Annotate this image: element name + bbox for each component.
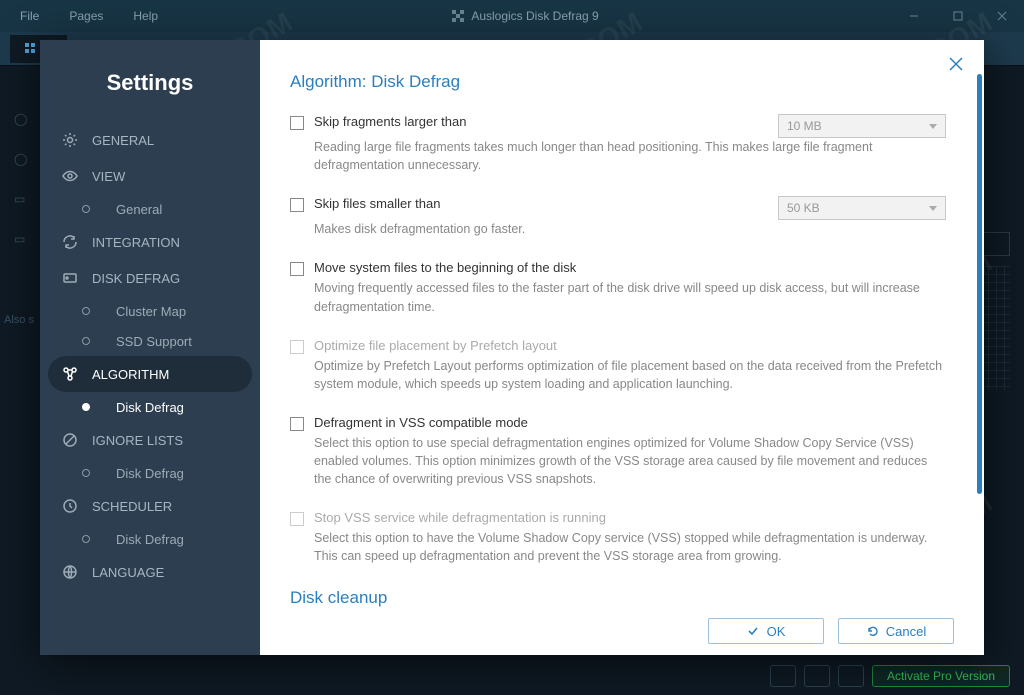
- dropdown-skip-larger[interactable]: 10 MB: [778, 114, 946, 138]
- sidebar-title: Settings: [40, 70, 260, 96]
- ok-button[interactable]: OK: [708, 618, 824, 644]
- section-disk-cleanup: Disk cleanup: [290, 588, 946, 608]
- activate-pro-button[interactable]: Activate Pro Version: [872, 665, 1010, 687]
- checkbox-prefetch: [290, 340, 304, 354]
- panel-body[interactable]: Algorithm: Disk Defrag Skip fragments la…: [260, 40, 984, 607]
- algorithm-icon: [62, 366, 78, 382]
- option-stop-vss: Stop VSS service while defragmentation i…: [290, 510, 946, 565]
- bg-footer-box: [804, 665, 830, 687]
- bg-also-label: Also s: [4, 314, 34, 326]
- checkbox-move-system[interactable]: [290, 262, 304, 276]
- option-desc: Select this option to have the Volume Sh…: [314, 529, 946, 565]
- menu-file[interactable]: File: [20, 9, 39, 23]
- titlebar: File Pages Help Auslogics Disk Defrag 9: [0, 0, 1024, 32]
- option-skip-smaller: Skip files smaller than 50 KB Makes disk…: [290, 196, 946, 238]
- sidebar-item-language[interactable]: LANGUAGE: [40, 554, 260, 590]
- sidebar-item-ignore-lists[interactable]: IGNORE LISTS: [40, 422, 260, 458]
- sidebar-item-integration[interactable]: INTEGRATION: [40, 224, 260, 260]
- minimize-button[interactable]: [892, 0, 936, 32]
- block-icon: [62, 432, 78, 448]
- window-close-button[interactable]: [980, 0, 1024, 32]
- sidebar-item-general[interactable]: GENERAL: [40, 122, 260, 158]
- cancel-button[interactable]: Cancel: [838, 618, 954, 644]
- maximize-button[interactable]: [936, 0, 980, 32]
- option-desc: Select this option to use special defrag…: [314, 434, 946, 488]
- sidebar-item-cluster-map[interactable]: Cluster Map: [40, 296, 260, 326]
- gear-icon: [62, 132, 78, 148]
- app-title: Auslogics Disk Defrag 9: [158, 9, 892, 23]
- panel-footer: OK Cancel: [260, 607, 984, 655]
- sidebar-item-view-general[interactable]: General: [40, 194, 260, 224]
- bg-icon: ◯: [14, 152, 34, 172]
- checkbox-skip-larger[interactable]: [290, 116, 304, 130]
- option-title: Skip files smaller than: [314, 196, 440, 211]
- settings-dialog: Settings GENERAL VIEW General INTEGRATIO…: [40, 40, 984, 655]
- sidebar-item-sched-disk-defrag[interactable]: Disk Defrag: [40, 524, 260, 554]
- eye-icon: [62, 168, 78, 184]
- option-title: Stop VSS service while defragmentation i…: [314, 510, 946, 525]
- option-desc: Makes disk defragmentation go faster.: [314, 220, 946, 238]
- menu-pages[interactable]: Pages: [69, 9, 103, 23]
- undo-icon: [866, 625, 878, 637]
- dropdown-skip-smaller[interactable]: 50 KB: [778, 196, 946, 220]
- option-skip-larger: Skip fragments larger than 10 MB Reading…: [290, 114, 946, 174]
- option-desc: Optimize by Prefetch Layout performs opt…: [314, 357, 946, 393]
- tab-grid-icon: [24, 42, 38, 56]
- option-desc: Moving frequently accessed files to the …: [314, 279, 946, 315]
- bg-icon: ◯: [14, 112, 34, 132]
- option-title: Move system files to the beginning of th…: [314, 260, 946, 275]
- clock-icon: [62, 498, 78, 514]
- sidebar-item-algo-disk-defrag[interactable]: Disk Defrag: [40, 392, 260, 422]
- settings-panel: Algorithm: Disk Defrag Skip fragments la…: [260, 40, 984, 655]
- globe-icon: [62, 564, 78, 580]
- menu-help[interactable]: Help: [133, 9, 158, 23]
- bg-icon: ▭: [14, 232, 34, 252]
- sidebar-item-scheduler[interactable]: SCHEDULER: [40, 488, 260, 524]
- bg-icon: ▭: [14, 192, 34, 212]
- option-title: Skip fragments larger than: [314, 114, 466, 129]
- settings-sidebar: Settings GENERAL VIEW General INTEGRATIO…: [40, 40, 260, 655]
- sync-icon: [62, 234, 78, 250]
- option-vss-compat: Defragment in VSS compatible mode Select…: [290, 415, 946, 488]
- bg-footer-box: [838, 665, 864, 687]
- close-icon: [948, 56, 964, 72]
- disk-icon: [62, 270, 78, 286]
- sidebar-item-ignore-disk-defrag[interactable]: Disk Defrag: [40, 458, 260, 488]
- option-prefetch: Optimize file placement by Prefetch layo…: [290, 338, 946, 393]
- checkbox-vss-compat[interactable]: [290, 417, 304, 431]
- option-desc: Reading large file fragments takes much …: [314, 138, 946, 174]
- option-move-system: Move system files to the beginning of th…: [290, 260, 946, 315]
- panel-heading: Algorithm: Disk Defrag: [290, 72, 946, 92]
- sidebar-item-disk-defrag[interactable]: DISK DEFRAG: [40, 260, 260, 296]
- bg-footer-box: [770, 665, 796, 687]
- option-title: Defragment in VSS compatible mode: [314, 415, 946, 430]
- dialog-close-button[interactable]: [948, 56, 964, 77]
- check-icon: [747, 625, 759, 637]
- checkbox-skip-smaller[interactable]: [290, 198, 304, 212]
- option-title: Optimize file placement by Prefetch layo…: [314, 338, 946, 353]
- checkbox-stop-vss: [290, 512, 304, 526]
- scrollbar-thumb[interactable]: [977, 74, 982, 494]
- app-logo-icon: [451, 9, 465, 23]
- sidebar-item-ssd-support[interactable]: SSD Support: [40, 326, 260, 356]
- sidebar-item-view[interactable]: VIEW: [40, 158, 260, 194]
- sidebar-item-algorithm[interactable]: ALGORITHM: [48, 356, 252, 392]
